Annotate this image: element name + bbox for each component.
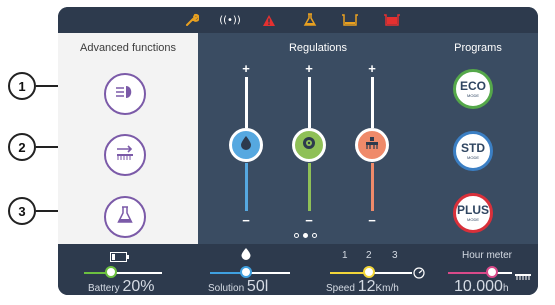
water-plus[interactable]: + (240, 61, 252, 76)
bottom-bar: Battery 20% Solution 50l 1 2 3 Speed 12K… (58, 244, 538, 295)
squeegee-track-top[interactable] (371, 77, 374, 128)
flask-icon (117, 205, 133, 229)
program-std-label: STD (461, 141, 485, 155)
speed-track-left (330, 272, 366, 274)
brush-pressure-icon (301, 135, 317, 156)
status-bar: ((•)) (58, 7, 538, 33)
program-plus-button[interactable]: PLUS MODE (453, 193, 493, 233)
speed-track-right (374, 272, 412, 274)
squeegee-minus[interactable]: − (366, 213, 378, 228)
squeegee-track-bottom[interactable] (371, 163, 374, 211)
hour-meter-readout: 10.000h (454, 278, 509, 295)
hour-track-right (496, 272, 512, 274)
solution-track-right (250, 272, 290, 274)
solution-readout: Solution 50l (208, 278, 269, 295)
water-regulation-knob[interactable] (229, 128, 263, 162)
warning-icon (260, 12, 278, 28)
brush-deck-icon (515, 268, 531, 286)
tank-full-icon (383, 12, 401, 28)
programs-title: Programs (454, 42, 502, 54)
main-panel: Regulations Programs + − + − + − ECO MOD… (198, 33, 538, 244)
pressure-regulation-knob[interactable] (292, 128, 326, 162)
battery-readout: Battery 20% (88, 278, 155, 295)
solution-drop-icon (240, 247, 252, 265)
squeegee-regulation-knob[interactable] (355, 128, 389, 162)
speed-knob (363, 266, 375, 278)
pressure-minus[interactable]: − (303, 213, 315, 228)
solution-track-left (210, 272, 244, 274)
program-plus-mode: MODE (467, 217, 479, 222)
program-std-button[interactable]: STD MODE (453, 131, 493, 171)
callout-1: 1 (8, 72, 36, 100)
hour-track-left (448, 272, 488, 274)
speed-tick-1: 1 (342, 250, 348, 261)
program-eco-button[interactable]: ECO MODE (453, 69, 493, 109)
page-indicator (294, 233, 317, 238)
program-std-mode: MODE (467, 155, 479, 160)
tank-icon (341, 12, 359, 28)
callout-3: 3 (8, 197, 36, 225)
page-dot-2[interactable] (303, 233, 308, 238)
wrench-icon (183, 12, 201, 28)
page-dot-1[interactable] (294, 233, 299, 238)
battery-icon (110, 249, 130, 267)
battery-track-right (116, 272, 162, 274)
page-dot-3[interactable] (312, 233, 317, 238)
program-plus-label: PLUS (456, 203, 489, 217)
brush-button[interactable] (104, 134, 146, 176)
pressure-plus[interactable]: + (303, 61, 315, 76)
hour-meter-knob (486, 266, 498, 278)
brush-arrow-icon (114, 144, 136, 166)
speed-readout: Speed 12Km/h (326, 278, 399, 295)
pressure-track-top[interactable] (308, 77, 311, 128)
speedometer-icon (413, 266, 425, 284)
solution-knob (240, 266, 252, 278)
advanced-functions-panel: Advanced functions (58, 33, 198, 244)
flask-warning-icon (301, 12, 319, 28)
speed-tick-3: 3 (392, 250, 398, 261)
program-eco-label: ECO (459, 79, 486, 93)
hour-meter-label: Hour meter (462, 250, 513, 261)
machine-display: ((•)) Advanced functions Regulations Pro… (58, 7, 538, 295)
detergent-button[interactable] (104, 196, 146, 238)
water-drop-icon (239, 135, 253, 156)
callout-2: 2 (8, 133, 36, 161)
water-track-bottom[interactable] (245, 163, 248, 211)
squeegee-plus[interactable]: + (366, 61, 378, 76)
speed-tick-2: 2 (366, 250, 372, 261)
advanced-functions-title: Advanced functions (79, 42, 176, 54)
water-track-top[interactable] (245, 77, 248, 128)
regulations-title: Regulations (288, 42, 348, 54)
headlight-button[interactable] (104, 73, 146, 115)
squeegee-icon (364, 135, 380, 156)
program-eco-mode: MODE (467, 93, 479, 98)
wireless-icon: ((•)) (219, 14, 241, 26)
battery-knob (105, 266, 117, 278)
headlight-icon (114, 84, 136, 105)
water-minus[interactable]: − (240, 213, 252, 228)
pressure-track-bottom[interactable] (308, 163, 311, 211)
